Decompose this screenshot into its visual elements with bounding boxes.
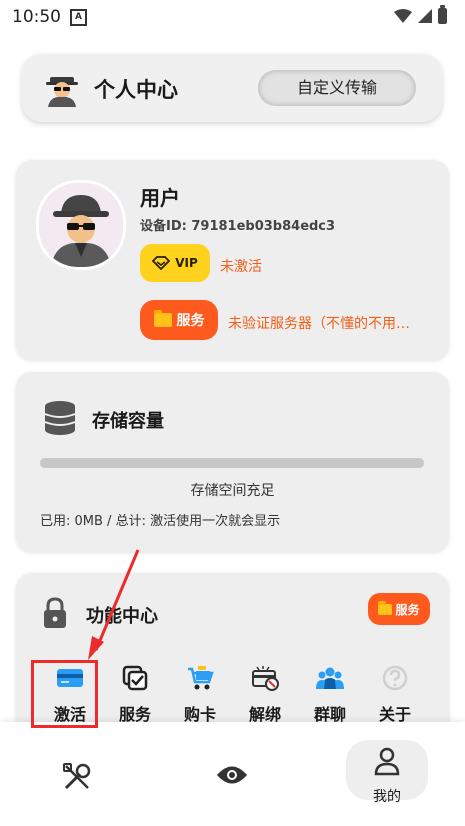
page-title: 个人中心 — [94, 78, 178, 102]
spy-icon — [46, 77, 78, 107]
eye-icon[interactable] — [216, 764, 248, 786]
unbind-icon — [252, 666, 279, 691]
storage-card: 存储容量 存储空间充足 已用: 0MB / 总计: 激活使用一次就会显示 — [16, 372, 449, 552]
storage-progress-bar — [40, 458, 424, 468]
nav-mine-label: 我的 — [373, 789, 401, 805]
func-item-unbind[interactable]: 解绑 — [237, 665, 293, 725]
spy-avatar-icon — [39, 183, 123, 267]
group-icon — [316, 667, 344, 689]
service-status[interactable]: 未验证服务器（不懂的不用… — [228, 313, 410, 333]
diamond-icon — [152, 256, 171, 270]
status-time: 10:50 — [12, 7, 61, 27]
vip-badge[interactable]: VIP — [140, 244, 210, 282]
status-icons — [394, 5, 447, 24]
function-service-badge[interactable]: 服务 — [368, 593, 430, 625]
help-icon — [382, 665, 408, 691]
device-id: 设备ID: 79181eb03b84edc3 — [140, 219, 336, 234]
vip-status: 未激活 — [220, 259, 262, 275]
service-badge[interactable]: 服务 — [140, 300, 218, 340]
status-bar: 10:50 A — [0, 0, 465, 34]
service-label: 服务 — [176, 313, 205, 329]
func-item-about[interactable]: 关于 — [367, 665, 423, 725]
person-icon — [374, 747, 400, 776]
bottom-nav: 我的 — [0, 722, 465, 826]
annotation-highlight-box — [31, 660, 98, 728]
signal-icon — [418, 9, 432, 23]
storage-detail: 已用: 0MB / 总计: 激活使用一次就会显示 — [40, 514, 281, 529]
storage-title: 存储容量 — [92, 411, 164, 432]
custom-transfer-button[interactable]: 自定义传输 — [258, 70, 416, 106]
avatar — [36, 180, 126, 270]
user-name: 用户 — [140, 186, 180, 210]
vip-label: VIP — [175, 256, 198, 270]
func-item-group-chat[interactable]: 群聊 — [302, 665, 358, 725]
storage-status: 存储空间充足 — [190, 483, 275, 499]
database-icon — [44, 401, 76, 435]
status-indicator: A — [70, 9, 87, 26]
checkbox-icon — [122, 665, 148, 691]
lock-icon — [44, 597, 66, 628]
function-center-title: 功能中心 — [86, 606, 158, 627]
cart-icon — [188, 666, 214, 690]
user-card: 用户 设备ID: 79181eb03b84edc3 VIP 未激活 服务 未验证… — [16, 160, 449, 360]
tools-icon[interactable] — [62, 762, 92, 792]
folder-icon — [378, 600, 393, 615]
function-badge-label: 服务 — [395, 602, 420, 617]
func-item-service[interactable]: 服务 — [107, 665, 163, 725]
folder-icon — [153, 310, 172, 327]
header-card: 个人中心 自定义传输 — [22, 54, 442, 122]
battery-icon — [438, 5, 447, 24]
func-item-buy-card[interactable]: 购卡 — [172, 665, 228, 725]
wifi-icon — [394, 9, 412, 23]
